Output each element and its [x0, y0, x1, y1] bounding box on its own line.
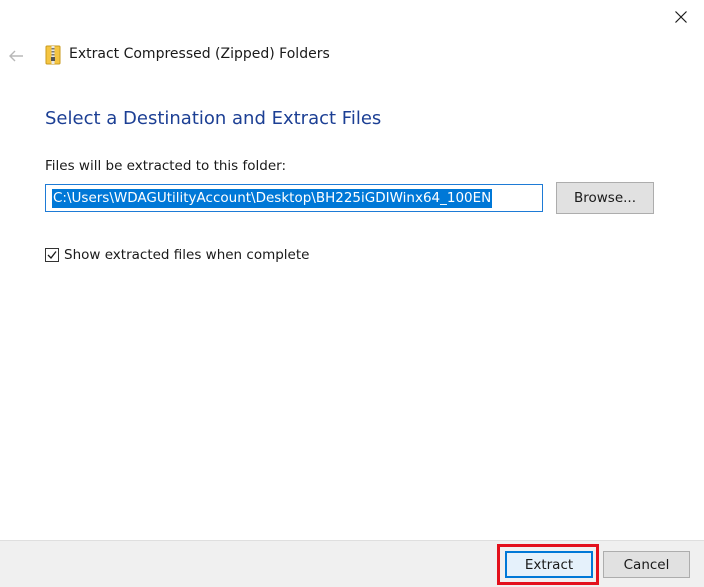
- page-heading: Select a Destination and Extract Files: [45, 108, 382, 129]
- close-button[interactable]: [658, 0, 704, 34]
- show-files-checkbox[interactable]: [45, 248, 59, 262]
- browse-button[interactable]: Browse...: [556, 182, 654, 214]
- extract-button[interactable]: Extract: [505, 551, 593, 578]
- show-files-option[interactable]: Show extracted files when complete: [45, 247, 309, 263]
- destination-label: Files will be extracted to this folder:: [45, 158, 286, 174]
- show-files-label: Show extracted files when complete: [64, 247, 310, 263]
- checkmark-icon: [47, 251, 57, 259]
- extract-wizard-window: Extract Compressed (Zipped) Folders Sele…: [0, 0, 704, 587]
- cancel-button[interactable]: Cancel: [603, 551, 690, 578]
- back-arrow-icon[interactable]: [6, 46, 26, 66]
- destination-path-value: C:\Users\WDAGUtilityAccount\Desktop\BH22…: [52, 188, 493, 208]
- close-icon: [675, 11, 687, 23]
- destination-path-input[interactable]: C:\Users\WDAGUtilityAccount\Desktop\BH22…: [45, 184, 543, 212]
- window-title: Extract Compressed (Zipped) Folders: [69, 46, 330, 62]
- zip-folder-icon: [45, 45, 61, 65]
